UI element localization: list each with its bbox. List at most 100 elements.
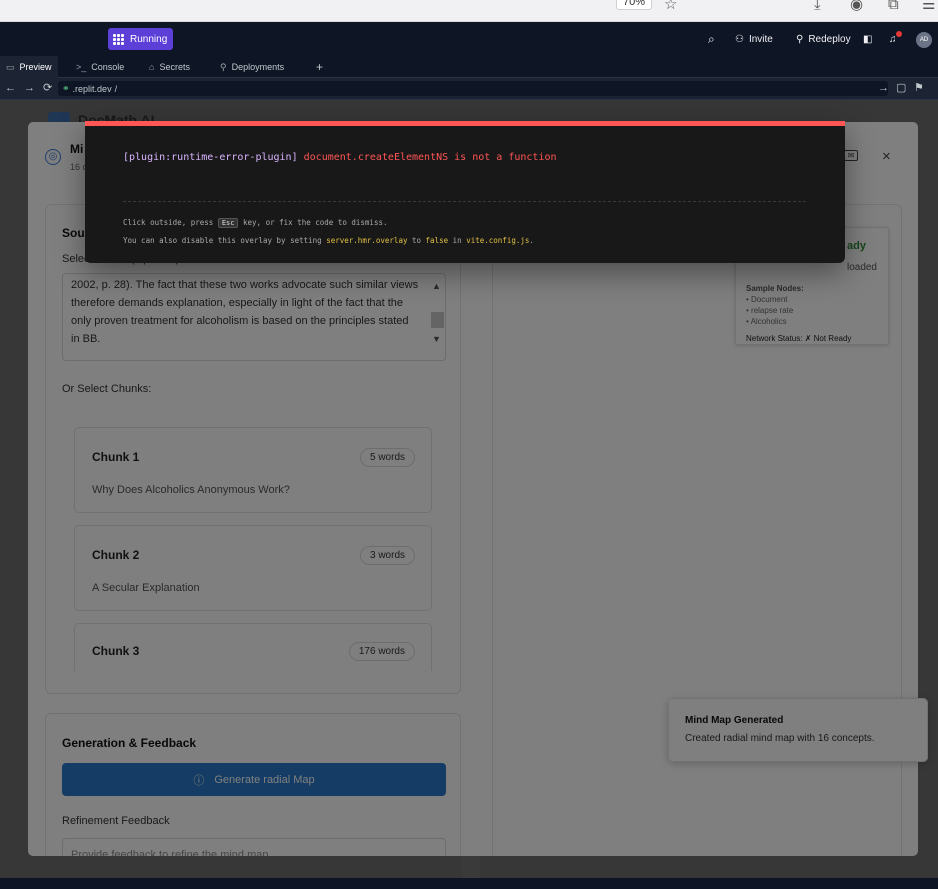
zoom-indicator[interactable]: 70%: [616, 0, 652, 10]
tip-text: key, or fix the code to dismiss.: [243, 218, 388, 227]
layout-toggle[interactable]: ◧: [863, 28, 872, 50]
source-heading: Sou: [62, 226, 85, 240]
page-scrollbar[interactable]: [462, 856, 480, 878]
list-item: • Document: [746, 295, 788, 304]
toast-description: Created radial mind map with 16 concepts…: [685, 733, 875, 744]
refinement-input[interactable]: Provide feedback to refine the mind map.…: [62, 838, 446, 856]
add-user-icon: ⚇: [735, 33, 744, 45]
redeploy-label: Redeploy: [808, 33, 851, 45]
search-icon: ⌕: [708, 31, 715, 46]
tip-text: to: [412, 236, 422, 245]
back-icon[interactable]: ←: [5, 81, 16, 96]
generate-button[interactable]: ⓘ Generate radial Map: [62, 763, 446, 796]
run-button[interactable]: Running: [108, 28, 173, 50]
menu-icon[interactable]: ☰: [922, 0, 935, 14]
deploy-icon: ⚲: [796, 33, 804, 45]
new-tab-button[interactable]: +: [310, 56, 329, 78]
extensions-icon[interactable]: ⧉: [888, 0, 899, 14]
esc-key: Esc: [217, 218, 239, 228]
scroll-down-icon[interactable]: ▼: [432, 330, 441, 348]
chunk-preview: Why Does Alcoholics Anonymous Work?: [92, 484, 290, 496]
lock-icon: ⌂: [149, 62, 155, 72]
devtools-icon[interactable]: ▢: [896, 81, 906, 96]
deploy-icon: ⚲: [220, 61, 227, 72]
tip-text: .: [529, 236, 534, 245]
info-icon: ⓘ: [193, 774, 205, 787]
list-item: • relapse rate: [746, 306, 794, 315]
generation-panel: Generation & Feedback ⓘ Generate radial …: [45, 713, 461, 856]
notification-badge: [896, 31, 902, 37]
download-icon[interactable]: ⤓: [814, 0, 821, 14]
tab-console[interactable]: >_ Console: [70, 56, 130, 78]
star-icon[interactable]: ☆: [664, 0, 677, 14]
source-panel: Sou Selected Text (Optional) 2002, p. 28…: [45, 204, 461, 694]
list-item: • Alcoholics: [746, 317, 787, 326]
tab-label: Deployments: [231, 62, 285, 72]
divider: [123, 201, 806, 202]
textarea-scrollbar[interactable]: ▲ ▼: [429, 277, 444, 356]
network-status: Network Status: ✗ Not Ready: [746, 334, 852, 343]
tab-preview[interactable]: ▭ Preview: [0, 56, 58, 78]
selected-text-area[interactable]: 2002, p. 28). The fact that these two wo…: [62, 273, 446, 361]
config-file: vite.config.js: [466, 236, 530, 245]
generate-label: Generate radial Map: [214, 773, 315, 786]
invite-label: Invite: [748, 33, 773, 45]
loaded-status: loaded: [846, 262, 877, 273]
chunk-preview: A Secular Explanation: [92, 582, 200, 594]
url-bar: ← → ⟳ ⚭ .replit.dev / → ▢ ⚑: [0, 78, 938, 100]
toast-notification[interactable]: Mind Map Generated Created radial mind m…: [668, 698, 928, 762]
chunk-card[interactable]: Chunk 1 5 words Why Does Alcoholics Anon…: [74, 427, 432, 513]
search-button[interactable]: ⌕: [708, 28, 715, 50]
chunks-label: Or Select Chunks:: [62, 383, 152, 395]
tab-label: Preview: [19, 62, 52, 72]
invite-button[interactable]: ⚇ Invite: [735, 28, 773, 50]
generation-heading: Generation & Feedback: [62, 736, 197, 750]
bottom-bar: [0, 878, 938, 889]
chunk-card[interactable]: Chunk 3 176 words: [74, 623, 432, 671]
word-count-badge: 3 words: [359, 546, 415, 565]
close-icon[interactable]: ×: [882, 148, 891, 165]
scroll-thumb[interactable]: [431, 312, 444, 328]
tab-bar: ▭ Preview >_ Console ⌂ Secrets ⚲ Deploym…: [0, 56, 938, 78]
chunk-title: Chunk 2: [92, 548, 140, 562]
tip-text: in: [452, 236, 462, 245]
profile-icon[interactable]: ◉: [850, 0, 863, 14]
run-label: Running: [130, 33, 168, 45]
brain-icon: ◎: [45, 149, 61, 165]
toast-title: Mind Map Generated: [685, 715, 784, 726]
chunk-card[interactable]: Chunk 2 3 words A Secular Explanation: [74, 525, 432, 611]
tip-text: You can also disable this overlay by set…: [123, 236, 322, 245]
url-input[interactable]: ⚭ .replit.dev /: [58, 81, 888, 96]
tab-label: Secrets: [159, 62, 190, 72]
setting-name: server.hmr.overlay: [326, 236, 408, 245]
url-path: /: [114, 83, 118, 94]
chunk-title: Chunk 1: [92, 450, 140, 464]
sample-nodes-heading: Sample Nodes:: [746, 284, 804, 293]
monitor-icon: ▭: [6, 61, 15, 72]
refinement-label: Refinement Feedback: [62, 815, 170, 827]
selected-text-value: 2002, p. 28). The fact that these two wo…: [71, 279, 419, 345]
dialog-title: Mi: [70, 142, 84, 156]
avatar[interactable]: AD: [916, 32, 932, 48]
mail-icon[interactable]: ✉: [844, 150, 858, 161]
error-message: [plugin:runtime-error-plugin] document.c…: [123, 152, 557, 163]
notifications-button[interactable]: ♫: [889, 28, 897, 50]
reload-icon[interactable]: ⟳: [43, 81, 52, 96]
forward-icon[interactable]: →: [24, 81, 35, 96]
tab-secrets[interactable]: ⌂ Secrets: [143, 56, 196, 78]
pin-icon[interactable]: ⚑: [914, 81, 924, 96]
disable-tip: You can also disable this overlay by set…: [123, 236, 534, 245]
chunk-list: Chunk 1 5 words Why Does Alcoholics Anon…: [62, 405, 446, 671]
ready-status: ady: [847, 240, 866, 252]
tip-text: Click outside, press: [123, 218, 214, 227]
word-count-badge: 176 words: [348, 642, 415, 661]
terminal-icon: >_: [76, 62, 87, 72]
setting-value: false: [425, 236, 449, 245]
tab-label: Console: [91, 62, 125, 72]
scroll-up-icon[interactable]: ▲: [432, 277, 441, 295]
open-icon[interactable]: →: [878, 81, 889, 96]
error-overlay[interactable]: [plugin:runtime-error-plugin] document.c…: [85, 121, 845, 263]
tab-deployments[interactable]: ⚲ Deployments: [214, 56, 290, 78]
redeploy-button[interactable]: ⚲ Redeploy: [796, 28, 851, 50]
sample-nodes-list: • Document • relapse rate • Alcoholics: [746, 294, 793, 327]
